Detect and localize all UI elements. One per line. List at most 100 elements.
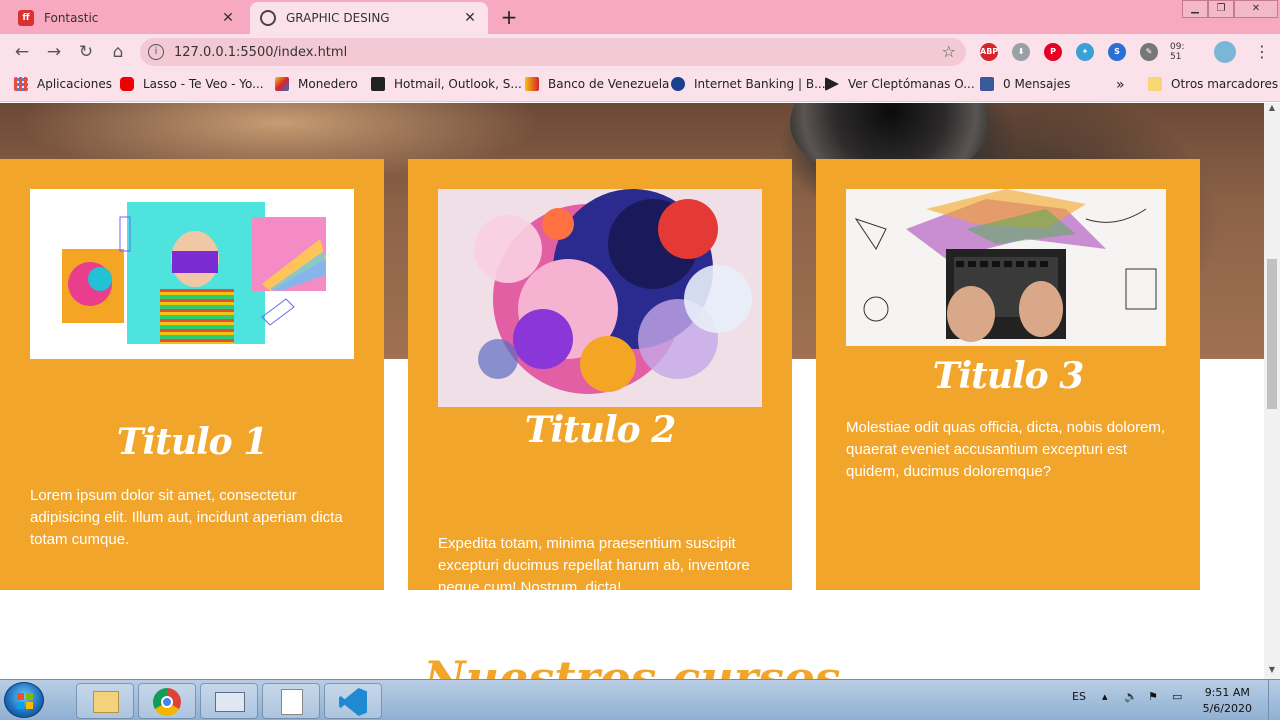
new-tab-button[interactable]: + (498, 6, 520, 28)
taskbar-notepad[interactable] (262, 683, 320, 719)
taskbar-vscode[interactable] (324, 683, 382, 719)
clock-widget[interactable]: 09: 51 (1170, 42, 1184, 62)
vscode-icon (339, 688, 367, 716)
bookmark-mensajes[interactable]: 0 Mensajes (980, 77, 1070, 91)
bookmark-aplicaciones[interactable]: Aplicaciones (14, 77, 112, 91)
bookmark-label: Banco de Venezuela (548, 77, 670, 91)
youtube-icon (120, 77, 134, 91)
card-1-image (30, 189, 354, 359)
reload-icon[interactable]: ↻ (76, 42, 96, 62)
apps-grid-icon (14, 77, 28, 91)
card-3-image (846, 189, 1166, 346)
start-button[interactable] (4, 682, 44, 718)
bookmark-monedero[interactable]: Monedero (275, 77, 358, 91)
card-1-title: Titulo 1 (116, 421, 269, 463)
extension-icon[interactable]: ✦ (1076, 43, 1094, 61)
page-viewport: Titulo 1 Lorem ipsum dolor sit amet, con… (0, 103, 1264, 679)
taskbar-chrome[interactable] (138, 683, 196, 719)
taskbar-keyboard-app[interactable] (200, 683, 258, 719)
monedero-icon (275, 77, 289, 91)
folder-icon (93, 691, 119, 713)
profile-avatar[interactable] (1214, 41, 1236, 63)
bookmark-hotmail[interactable]: Hotmail, Outlook, S... (371, 77, 522, 91)
window-controls: ▁ ❐ ✕ (1182, 0, 1278, 18)
page-scrollbar[interactable]: ▲ ▼ (1264, 103, 1280, 679)
hotmail-icon (371, 77, 385, 91)
document-icon (281, 689, 303, 715)
bookmark-label: Internet Banking | B... (694, 77, 826, 91)
card-3-text: Molestiae odit quas officia, dicta, nobi… (846, 419, 1166, 480)
facebook-icon (980, 77, 994, 91)
tray-expand-icon[interactable]: ▴ (1102, 690, 1108, 703)
taskbar-explorer[interactable] (76, 683, 134, 719)
adblock-icon[interactable]: ABP (980, 43, 998, 61)
section-title: Nuestros cursos (423, 651, 841, 679)
tab-strip: ff Fontastic ✕ GRAPHIC DESING ✕ + ▁ ❐ ✕ (0, 0, 1280, 34)
close-window-button[interactable]: ✕ (1234, 0, 1278, 18)
address-bar[interactable]: i 127.0.0.1:5500/index.html ☆ (140, 38, 966, 66)
info-icon[interactable]: i (148, 44, 164, 60)
scroll-up-arrow-icon[interactable]: ▲ (1264, 103, 1280, 117)
action-center-icon[interactable]: ⚑ (1148, 690, 1158, 703)
chrome-icon (153, 688, 181, 716)
bookmark-label: Monedero (298, 77, 358, 91)
card-2-image (438, 189, 762, 407)
windows-logo-icon (17, 693, 33, 709)
tab-label: Fontastic (44, 11, 99, 25)
keyboard-icon (215, 692, 245, 712)
bookmark-star-icon[interactable]: ☆ (942, 42, 956, 61)
bookmarks-bar: Aplicaciones Lasso - Te Veo - Yo... Mone… (0, 70, 1280, 102)
folder-icon (1148, 77, 1162, 91)
scroll-thumb[interactable] (1267, 259, 1277, 409)
bookmark-internet-banking[interactable]: Internet Banking | B... (671, 77, 826, 91)
play-icon (825, 77, 839, 91)
url-text: 127.0.0.1:5500/index.html (174, 44, 348, 60)
card-2-text: Expedita totam, minima praesentium susci… (438, 535, 750, 596)
tab-graphic-desing[interactable]: GRAPHIC DESING ✕ (250, 2, 488, 34)
clock-time: 9:51 AM (1204, 686, 1250, 699)
pinterest-icon[interactable]: P (1044, 43, 1062, 61)
bookmark-label: Aplicaciones (37, 77, 112, 91)
pin-icon[interactable]: ✎ (1140, 43, 1158, 61)
restore-button[interactable]: ❐ (1208, 0, 1234, 18)
cloud-download-icon[interactable]: ⬇ (1012, 43, 1030, 61)
tab-label: GRAPHIC DESING (286, 11, 390, 25)
tab-fontastic[interactable]: ff Fontastic ✕ (8, 2, 246, 34)
scroll-down-arrow-icon[interactable]: ▼ (1264, 665, 1280, 679)
show-desktop-button[interactable] (1268, 680, 1280, 720)
forward-arrow-icon[interactable]: → (44, 42, 64, 62)
minimize-button[interactable]: ▁ (1182, 0, 1208, 18)
volume-icon[interactable]: 🔈 (1124, 690, 1138, 703)
bookmark-otros[interactable]: Otros marcadores (1148, 77, 1278, 91)
browser-toolbar: ← → ↻ ⌂ i 127.0.0.1:5500/index.html ☆ AB… (0, 34, 1280, 70)
menu-icon[interactable]: ⋮ (1254, 42, 1270, 61)
system-clock[interactable]: 9:51 AM 5/6/2020 (1203, 685, 1252, 717)
bank-icon (525, 77, 539, 91)
close-tab-icon[interactable]: ✕ (220, 10, 236, 26)
internet-banking-icon (671, 77, 685, 91)
close-tab-icon[interactable]: ✕ (462, 10, 478, 26)
clock-date: 5/6/2020 (1202, 702, 1252, 715)
bookmark-label: Otros marcadores (1171, 77, 1279, 91)
card-3-title: Titulo 3 (932, 355, 1085, 397)
card-2-title: Titulo 2 (524, 409, 677, 451)
shield-icon[interactable]: S (1108, 43, 1126, 61)
card-1-text: Lorem ipsum dolor sit amet, consectetur … (30, 487, 343, 548)
bookmark-banco-venezuela[interactable]: Banco de Venezuela (525, 77, 669, 91)
card-1: Titulo 1 Lorem ipsum dolor sit amet, con… (0, 159, 384, 590)
card-3: Titulo 3 Molestiae odit quas officia, di… (816, 159, 1200, 590)
globe-icon (260, 10, 276, 26)
bookmark-cleptomanas[interactable]: Ver Cleptómanas O... (825, 77, 975, 91)
bookmark-label: 0 Mensajes (1003, 77, 1071, 91)
fontastic-icon: ff (18, 10, 34, 26)
language-indicator[interactable]: ES (1072, 690, 1086, 703)
bookmark-label: Lasso - Te Veo - Yo... (143, 77, 264, 91)
back-arrow-icon[interactable]: ← (12, 42, 32, 62)
card-2: Titulo 2 Expedita totam, minima praesent… (408, 159, 792, 596)
home-icon[interactable]: ⌂ (108, 42, 128, 62)
bookmark-lasso[interactable]: Lasso - Te Veo - Yo... (120, 77, 264, 91)
bookmarks-overflow-button[interactable]: » (1116, 77, 1125, 93)
network-icon[interactable]: ▭ (1172, 690, 1182, 703)
bookmark-label: Ver Cleptómanas O... (848, 77, 975, 91)
windows-taskbar: ES ▴ 🔈 ⚑ ▭ 9:51 AM 5/6/2020 (0, 679, 1280, 720)
